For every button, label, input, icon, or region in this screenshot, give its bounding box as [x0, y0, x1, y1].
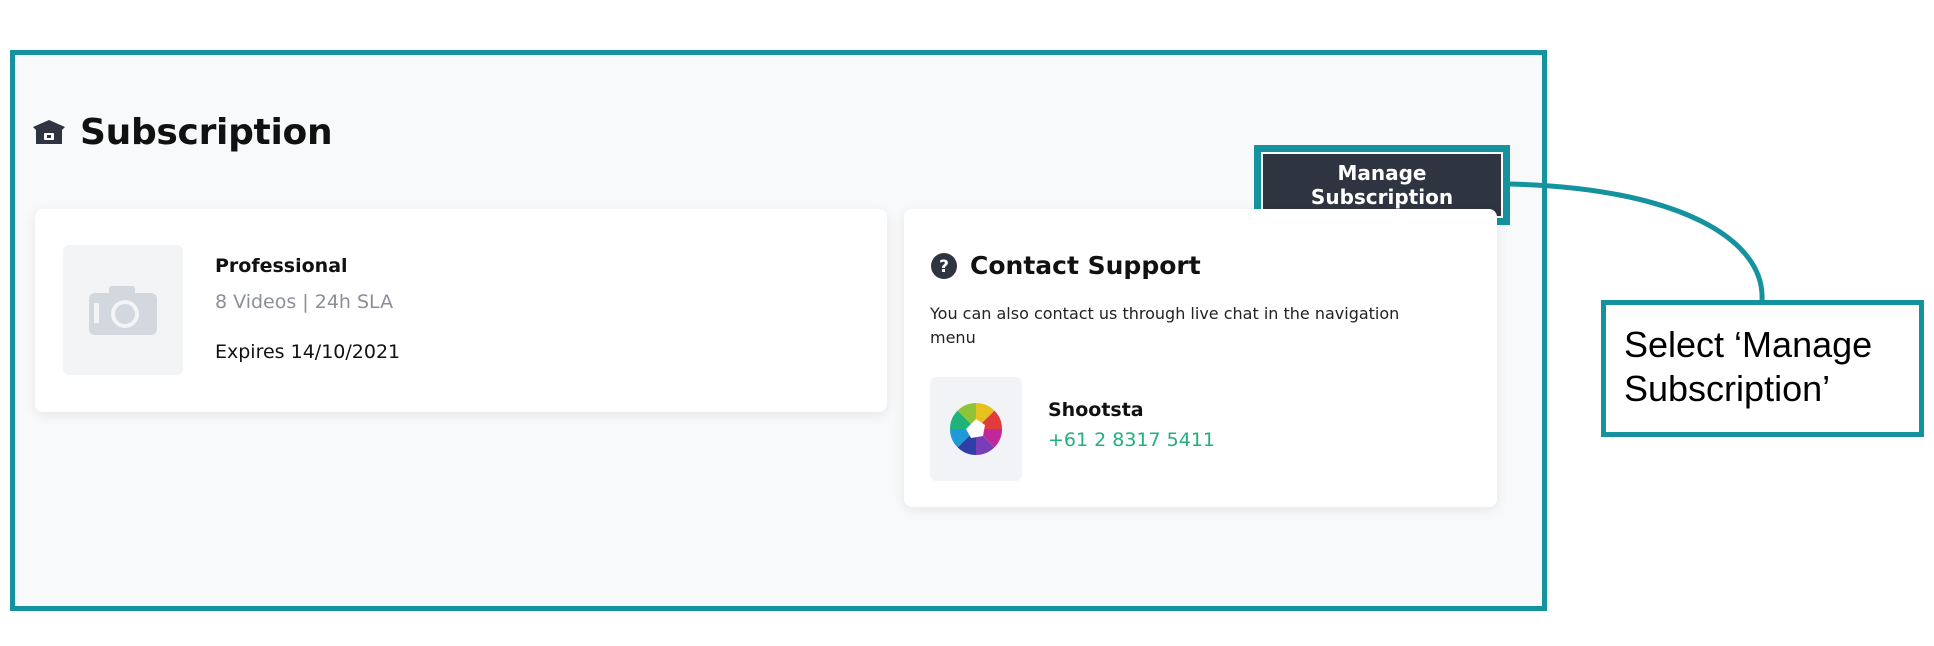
camera-icon: [89, 286, 157, 335]
contact-name: Shootsta: [1048, 399, 1144, 421]
question-icon: ?: [931, 252, 957, 279]
contact-phone-link[interactable]: +61 2 8317 5411: [1048, 429, 1215, 451]
subscription-header: Subscription: [32, 112, 333, 153]
annotated-screenshot: Subscription Manage Subscription Profess…: [0, 0, 1934, 646]
plan-expiry: Expires 14/10/2021: [215, 341, 401, 363]
support-title: Contact Support: [970, 251, 1201, 280]
svg-text:?: ?: [939, 257, 949, 277]
callout-text: Select ‘Manage Subscription’: [1624, 324, 1873, 409]
support-card: ? Contact Support You can also contact u…: [904, 209, 1497, 507]
plan-thumbnail: [63, 245, 183, 375]
plan-details: 8 Videos | 24h SLA: [215, 291, 394, 313]
support-header: ? Contact Support: [930, 251, 1201, 280]
box-icon: [33, 119, 65, 144]
plan-card: Professional 8 Videos | 24h SLA Expires …: [35, 209, 887, 412]
plan-name: Professional: [215, 255, 348, 277]
page-title: Subscription: [80, 112, 333, 153]
support-description: You can also contact us through live cha…: [930, 304, 1400, 347]
shootsta-logo: [950, 402, 1002, 456]
manage-subscription-button[interactable]: Manage Subscription: [1263, 154, 1501, 216]
instruction-callout: Select ‘Manage Subscription’: [1601, 300, 1924, 437]
contact-logo: [930, 377, 1022, 481]
